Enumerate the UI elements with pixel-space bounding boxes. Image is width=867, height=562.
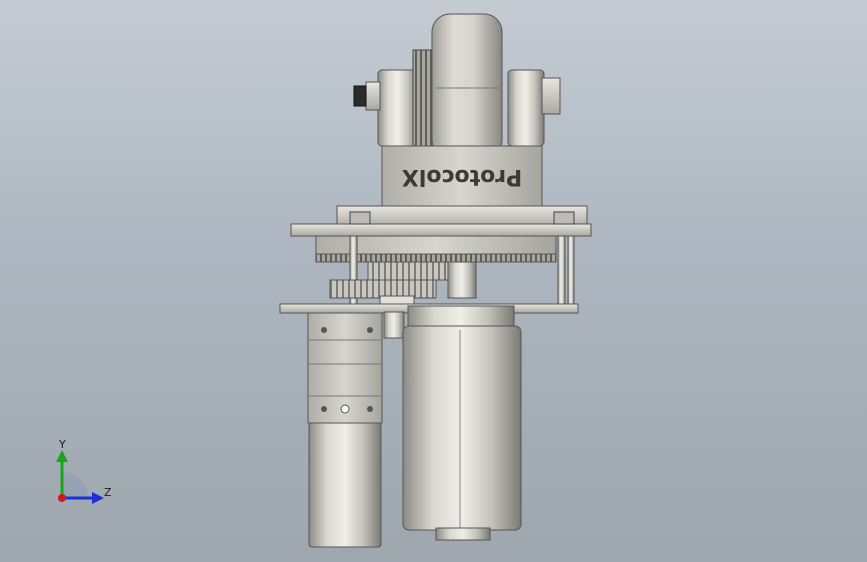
brand-logo-text: ProtocolX — [402, 164, 522, 189]
standoff-right-outer — [567, 235, 575, 311]
top-plate — [290, 205, 592, 237]
right-wheel-hub — [507, 69, 545, 147]
drive-motor-can — [402, 325, 522, 531]
motor-end-cap — [435, 527, 491, 541]
steering-motor-can — [308, 422, 382, 548]
idler-gear-upper — [367, 261, 449, 281]
cad-viewport[interactable]: ProtocolX Y Z — [0, 0, 867, 562]
z-axis-label: Z — [104, 486, 112, 499]
wheel-assembly[interactable] — [353, 13, 561, 159]
y-axis-label: Y — [59, 438, 66, 451]
upper-base-plate — [290, 223, 592, 237]
drive-motor — [383, 305, 522, 541]
upper-housing: ProtocolX — [381, 145, 543, 209]
y-axis-arrowhead — [56, 450, 68, 462]
right-axle-nut — [541, 77, 561, 115]
plate-bolt-left — [349, 211, 371, 225]
left-axle-nut — [365, 81, 381, 111]
drive-wheel — [431, 13, 503, 159]
steering-motor — [307, 312, 383, 548]
z-axis-arrowhead — [92, 492, 104, 504]
triad-graphic — [56, 450, 104, 504]
orientation-triad: Y Z — [40, 436, 130, 516]
cad-assembly-model[interactable]: ProtocolX — [0, 0, 867, 562]
axis-origin — [58, 494, 66, 502]
idler-gear-lower — [329, 279, 437, 299]
axle-cap — [353, 85, 367, 107]
standoff-right — [557, 235, 566, 311]
pinion-shaft — [447, 261, 477, 299]
motor-shaft-coupler — [383, 311, 405, 339]
plate-bolt-right — [553, 211, 575, 225]
left-wheel-hub — [377, 69, 419, 147]
standoff-left — [349, 235, 358, 311]
